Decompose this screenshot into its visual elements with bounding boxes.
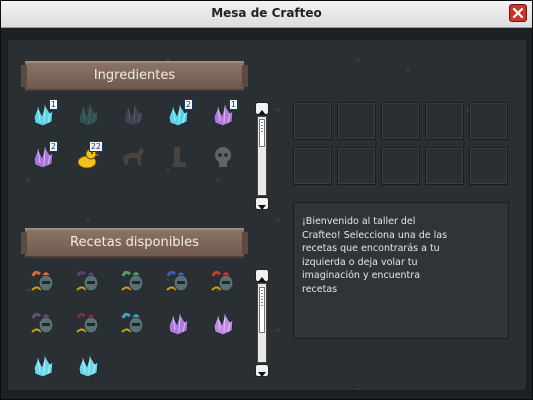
count-badge: 2 bbox=[48, 141, 58, 152]
scroll-thumb[interactable] bbox=[259, 287, 265, 333]
crafting-slot[interactable] bbox=[293, 102, 332, 140]
crafting-slot[interactable] bbox=[337, 102, 376, 140]
scroll-thumb[interactable] bbox=[259, 119, 265, 147]
grid-item[interactable] bbox=[71, 265, 105, 299]
grid-item[interactable] bbox=[26, 349, 60, 380]
grid-item[interactable]: 2 bbox=[161, 98, 195, 132]
crafting-slot[interactable] bbox=[337, 147, 376, 185]
count-badge: 2 bbox=[183, 99, 193, 110]
title-bar[interactable]: Mesa de Crafteo bbox=[1, 1, 532, 28]
scroll-track[interactable] bbox=[257, 283, 267, 363]
crafting-slot[interactable] bbox=[469, 102, 508, 140]
arrow-down-icon bbox=[258, 205, 266, 210]
count-badge: 1 bbox=[48, 99, 58, 110]
grid-item[interactable] bbox=[161, 265, 195, 299]
info-box: ¡Bienvenido al taller del Crafteo! Selec… bbox=[293, 202, 509, 339]
crafting-slot[interactable] bbox=[381, 147, 420, 185]
recipes-scrollbar[interactable] bbox=[255, 269, 269, 377]
recipes-header: Recetas disponibles bbox=[21, 228, 248, 258]
scroll-up-button[interactable] bbox=[255, 102, 269, 115]
grid-item[interactable] bbox=[71, 98, 105, 132]
window-title: Mesa de Crafteo bbox=[211, 6, 322, 20]
count-badge: 1 bbox=[228, 99, 238, 110]
ingredients-scrollbar[interactable] bbox=[255, 102, 269, 210]
grid-item[interactable] bbox=[116, 307, 150, 341]
crafting-slot[interactable] bbox=[425, 102, 464, 140]
scroll-down-button[interactable] bbox=[255, 197, 269, 210]
scroll-track[interactable] bbox=[257, 116, 267, 196]
scroll-up-button[interactable] bbox=[255, 269, 269, 282]
crafting-slot[interactable] bbox=[425, 147, 464, 185]
recipes-grid bbox=[26, 265, 248, 380]
info-text: ¡Bienvenido al taller del Crafteo! Selec… bbox=[302, 216, 448, 293]
close-icon bbox=[512, 7, 524, 19]
grid-item[interactable] bbox=[26, 307, 60, 341]
scroll-down-button[interactable] bbox=[255, 364, 269, 377]
grid-item[interactable] bbox=[26, 265, 60, 299]
grid-item[interactable] bbox=[206, 265, 240, 299]
grid-item[interactable]: 2 bbox=[26, 140, 60, 174]
grid-item[interactable] bbox=[206, 307, 240, 341]
grid-item[interactable] bbox=[161, 140, 195, 174]
grid-item[interactable]: 1 bbox=[206, 98, 240, 132]
count-badge: 22 bbox=[88, 141, 103, 152]
close-button[interactable] bbox=[509, 4, 527, 22]
ingredients-header: Ingredientes bbox=[21, 61, 248, 91]
crafting-window: Mesa de Crafteo Ingredientes 1 2 1 2 22 bbox=[0, 0, 533, 400]
crafting-slot[interactable] bbox=[381, 102, 420, 140]
ingredients-grid: 1 2 1 2 22 bbox=[26, 98, 248, 214]
crafting-slot[interactable] bbox=[469, 147, 508, 185]
grid-item[interactable]: 1 bbox=[26, 98, 60, 132]
crafting-slot[interactable] bbox=[293, 147, 332, 185]
grid-item[interactable] bbox=[161, 307, 195, 341]
grid-item[interactable] bbox=[71, 349, 105, 380]
grid-item[interactable] bbox=[116, 265, 150, 299]
grid-item[interactable] bbox=[71, 307, 105, 341]
arrow-down-icon bbox=[258, 372, 266, 377]
grid-item[interactable] bbox=[116, 98, 150, 132]
grid-item[interactable] bbox=[206, 140, 240, 174]
grid-item[interactable]: 22 bbox=[71, 140, 105, 174]
grid-item[interactable] bbox=[116, 140, 150, 174]
crafting-panel: Ingredientes 1 2 1 2 22 Recetas disponib… bbox=[7, 39, 527, 391]
